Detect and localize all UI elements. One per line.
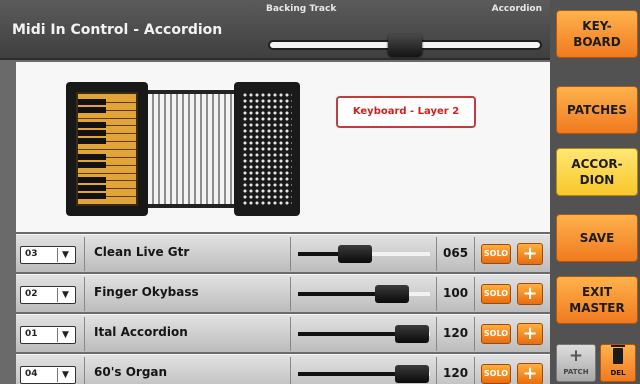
black-key bbox=[78, 106, 106, 113]
page-title: Midi In Control - Accordion bbox=[12, 22, 223, 38]
track-row: 03 ▼ Clean Live Gtr 065 SOLO + bbox=[16, 234, 550, 272]
layer-selector-button[interactable]: Keyboard - Layer 2 bbox=[336, 96, 476, 128]
divider bbox=[84, 357, 85, 384]
chevron-down-icon[interactable]: ▼ bbox=[57, 248, 73, 262]
track-row: 04 ▼ 60's Organ 120 SOLO + bbox=[16, 354, 550, 384]
channel-dropdown[interactable]: 04 ▼ bbox=[20, 366, 76, 384]
keyboard-button[interactable]: KEY- BOARD bbox=[556, 10, 638, 58]
volume-value: 100 bbox=[443, 286, 469, 300]
white-key-divider bbox=[78, 172, 136, 174]
solo-button[interactable]: SOLO bbox=[481, 244, 511, 264]
plus-icon: + bbox=[568, 346, 584, 366]
divider bbox=[436, 317, 437, 351]
black-key bbox=[78, 161, 106, 168]
trash-icon bbox=[611, 345, 625, 364]
track-name: 60's Organ bbox=[94, 365, 168, 379]
volume-slider-track[interactable] bbox=[298, 292, 430, 296]
add-button[interactable]: + bbox=[517, 283, 543, 305]
add-button[interactable]: + bbox=[517, 363, 543, 384]
save-button[interactable]: SAVE bbox=[556, 214, 638, 262]
divider bbox=[290, 357, 291, 384]
black-key bbox=[78, 98, 106, 105]
piano-keys bbox=[76, 92, 138, 206]
track-name: Finger Okybass bbox=[94, 285, 199, 299]
track-name: Clean Live Gtr bbox=[94, 245, 190, 259]
divider bbox=[474, 277, 475, 311]
divider bbox=[290, 277, 291, 311]
volume-value: 065 bbox=[443, 246, 469, 260]
divider bbox=[474, 237, 475, 271]
channel-value: 03 bbox=[25, 249, 38, 259]
solo-button[interactable]: SOLO bbox=[481, 364, 511, 384]
solo-button[interactable]: SOLO bbox=[481, 324, 511, 344]
channel-dropdown[interactable]: 01 ▼ bbox=[20, 326, 76, 344]
bass-buttons bbox=[242, 92, 292, 206]
solo-button[interactable]: SOLO bbox=[481, 284, 511, 304]
channel-value: 04 bbox=[25, 369, 38, 379]
black-key bbox=[78, 130, 106, 137]
delete-button[interactable]: DEL bbox=[600, 344, 636, 382]
side-panel: KEY- BOARD PATCHES ACCOR- DION SAVE EXIT… bbox=[550, 0, 640, 384]
black-key bbox=[78, 122, 106, 129]
channel-dropdown[interactable]: 03 ▼ bbox=[20, 246, 76, 264]
instrument-display: Keyboard - Layer 2 bbox=[16, 62, 550, 232]
divider bbox=[436, 357, 437, 384]
white-key-divider bbox=[78, 117, 136, 119]
divider bbox=[474, 317, 475, 351]
add-patch-button[interactable]: + PATCH bbox=[556, 344, 596, 382]
crossfade-right-label: Accordion bbox=[491, 4, 542, 14]
chevron-down-icon[interactable]: ▼ bbox=[57, 288, 73, 302]
chevron-down-icon[interactable]: ▼ bbox=[57, 328, 73, 342]
accordion-button-side bbox=[234, 82, 300, 216]
divider bbox=[436, 237, 437, 271]
channel-dropdown[interactable]: 02 ▼ bbox=[20, 286, 76, 304]
black-key bbox=[78, 138, 106, 145]
channel-value: 02 bbox=[25, 289, 38, 299]
divider bbox=[290, 317, 291, 351]
black-key bbox=[78, 193, 106, 200]
divider bbox=[84, 277, 85, 311]
volume-slider-knob[interactable] bbox=[338, 245, 373, 263]
divider bbox=[84, 317, 85, 351]
divider bbox=[290, 237, 291, 271]
divider bbox=[84, 237, 85, 271]
chevron-down-icon[interactable]: ▼ bbox=[57, 368, 73, 382]
black-key bbox=[78, 185, 106, 192]
track-list: 03 ▼ Clean Live Gtr 065 SOLO + 02 ▼ Fing… bbox=[16, 234, 550, 384]
track-row: 01 ▼ Ital Accordion 120 SOLO + bbox=[16, 314, 550, 352]
volume-slider-knob[interactable] bbox=[375, 285, 410, 303]
channel-value: 01 bbox=[25, 329, 38, 339]
divider bbox=[474, 357, 475, 384]
accordion-bellows bbox=[148, 90, 234, 208]
black-key bbox=[78, 153, 106, 160]
delete-label: DEL bbox=[610, 369, 626, 377]
exit-master-button[interactable]: EXIT MASTER bbox=[556, 276, 638, 324]
track-row: 02 ▼ Finger Okybass 100 SOLO + bbox=[16, 274, 550, 312]
patches-button[interactable]: PATCHES bbox=[556, 86, 638, 134]
volume-slider-knob[interactable] bbox=[395, 365, 430, 383]
accordion-button[interactable]: ACCOR- DION bbox=[556, 148, 638, 196]
volume-slider-knob[interactable] bbox=[395, 325, 430, 343]
track-name: Ital Accordion bbox=[94, 325, 188, 339]
white-key-divider bbox=[78, 149, 136, 150]
add-button[interactable]: + bbox=[517, 243, 543, 265]
volume-value: 120 bbox=[443, 326, 469, 340]
patch-label: PATCH bbox=[563, 368, 589, 376]
header-bar: Midi In Control - Accordion Backing Trac… bbox=[0, 0, 550, 60]
accordion-keyboard-side bbox=[66, 82, 148, 216]
volume-value: 120 bbox=[443, 366, 469, 380]
accordion-illustration bbox=[66, 82, 300, 216]
crossfade-left-label: Backing Track bbox=[266, 4, 337, 14]
black-key bbox=[78, 177, 106, 184]
add-button[interactable]: + bbox=[517, 323, 543, 345]
divider bbox=[436, 277, 437, 311]
crossfade-slider-knob[interactable] bbox=[388, 34, 422, 56]
